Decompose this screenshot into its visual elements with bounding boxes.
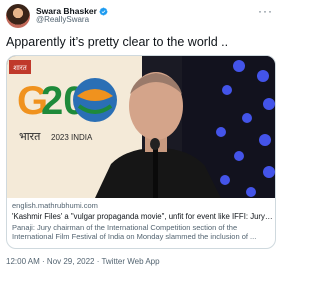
user-names: Swara Bhasker @ReallySwara — [36, 6, 108, 25]
verified-badge-icon — [99, 7, 108, 16]
tweet-text: Apparently it’s pretty clear to the worl… — [6, 35, 229, 49]
tweet-header: Swara Bhasker @ReallySwara — [6, 3, 108, 29]
card-description-line: Panaji: Jury chairman of the Internation… — [12, 223, 238, 232]
card-title[interactable]: 'Kashmir Files' a "vulgar propaganda mov… — [12, 212, 274, 221]
more-options-icon[interactable]: ··· — [258, 5, 273, 17]
g20-subline-year: 2023 INDIA — [51, 133, 93, 142]
card-description-line: International Film Festival of India on … — [12, 232, 257, 242]
tweet-container: Swara Bhasker @ReallySwara ··· Apparentl… — [0, 0, 281, 281]
badge-text: शारत — [13, 64, 27, 72]
card-domain: english.mathrubhumi.com — [12, 201, 98, 210]
tweet-timestamp[interactable]: 12:00 AM · Nov 29, 2022 · Twitter Web Ap… — [6, 257, 160, 266]
link-card[interactable]: शारत G 20 भारत 2023 INDIA english.mathru… — [6, 55, 276, 249]
card-meta: english.mathrubhumi.com 'Kashmir Files' … — [12, 201, 274, 242]
g20-subline-hindi: भारत — [19, 130, 41, 143]
avatar[interactable] — [6, 4, 30, 28]
card-image-scene: शारत G 20 भारत 2023 INDIA — [7, 56, 275, 198]
user-handle[interactable]: @ReallySwara — [36, 15, 108, 25]
card-image: शारत G 20 भारत 2023 INDIA — [7, 56, 275, 198]
card-description: Panaji: Jury chairman of the Internation… — [12, 223, 274, 242]
